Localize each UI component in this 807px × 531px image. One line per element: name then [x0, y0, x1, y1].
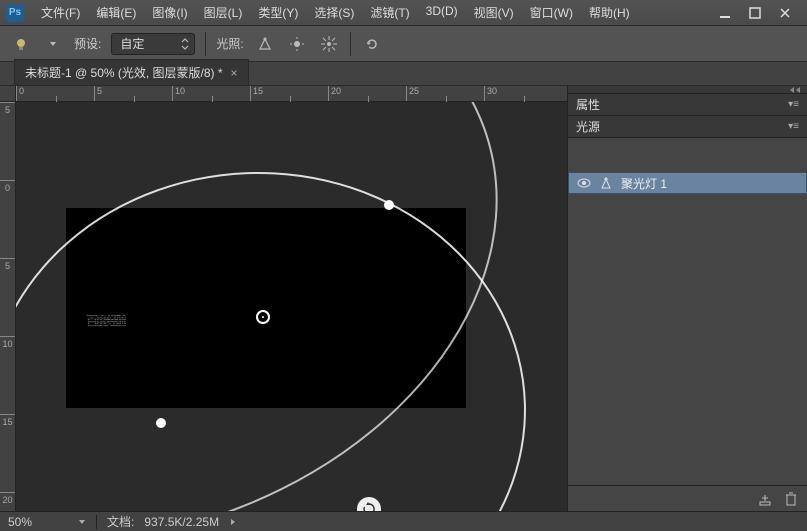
ruler-tick: 20 [328, 86, 406, 101]
divider [350, 32, 351, 56]
light-item-label: 聚光灯 1 [621, 175, 667, 192]
menu-type[interactable]: 类型(Y) [251, 0, 305, 25]
light-handle[interactable] [156, 418, 166, 428]
visibility-eye-icon[interactable] [577, 178, 591, 188]
close-tab-icon[interactable]: × [231, 66, 238, 80]
properties-tab-label: 属性 [576, 96, 600, 113]
ruler-horizontal[interactable]: 0 5 10 15 20 25 30 [16, 86, 567, 102]
maximize-button[interactable] [741, 4, 769, 22]
divider [205, 32, 206, 56]
add-light-icon[interactable] [759, 492, 773, 506]
light-handle[interactable] [384, 200, 394, 210]
lights-toolbar [568, 138, 807, 164]
properties-panel-tab[interactable]: 属性 ▾≡ [568, 94, 807, 116]
ruler-tick: 5 [0, 102, 15, 180]
lights-list: 聚光灯 1 [568, 164, 807, 485]
chevron-down-icon[interactable] [42, 33, 64, 55]
document-tab[interactable]: 未标题-1 @ 50% (光效, 图层蒙版/8) * × [14, 59, 249, 85]
ruler-tick: 30 [484, 86, 562, 101]
divider [96, 515, 97, 529]
menu-layer[interactable]: 图层(L) [197, 0, 250, 25]
pointlight-icon[interactable] [286, 33, 308, 55]
window-controls [711, 4, 807, 22]
zoom-chevron-icon[interactable] [78, 517, 86, 527]
menu-edit[interactable]: 编辑(E) [89, 0, 143, 25]
panel-menu-icon[interactable]: ▾≡ [788, 99, 799, 110]
ruler-tick: 5 [94, 86, 172, 101]
ruler-tick: 0 [16, 86, 94, 101]
preset-dropdown[interactable]: 自定 [111, 33, 195, 55]
lights-tab-label: 光源 [576, 118, 600, 135]
menu-select[interactable]: 选择(S) [307, 0, 361, 25]
doc-size-value: 937.5K/2.25M [144, 515, 219, 529]
light-type-icon [599, 176, 613, 190]
menu-help[interactable]: 帮助(H) [582, 0, 637, 25]
app-logo: Ps [6, 4, 24, 22]
main-menu: 文件(F) 编辑(E) 图像(I) 图层(L) 类型(Y) 选择(S) 滤镜(T… [34, 0, 711, 25]
workarea: 0 5 10 15 20 25 30 5 0 5 10 15 20 百度经验 [0, 86, 807, 511]
ruler-tick: 0 [0, 180, 15, 258]
panel-menu-icon[interactable]: ▾≡ [788, 121, 799, 132]
panel-grip[interactable] [568, 86, 807, 94]
preset-label: 预设: [74, 35, 101, 52]
preset-value: 自定 [120, 35, 144, 52]
ruler-corner [0, 86, 16, 102]
ruler-tick: 10 [172, 86, 250, 101]
options-bar: 预设: 自定 光照: [0, 26, 807, 62]
status-chevron-icon[interactable] [229, 517, 237, 527]
panel-collapse-icon [789, 87, 801, 93]
ruler-vertical[interactable]: 5 0 5 10 15 20 [0, 102, 16, 511]
menu-3d[interactable]: 3D(D) [419, 0, 465, 25]
lights-panel-footer [568, 485, 807, 511]
menu-file[interactable]: 文件(F) [34, 0, 87, 25]
reset-icon[interactable] [361, 33, 383, 55]
light-center-handle[interactable] [256, 310, 270, 324]
ruler-tick: 20 [0, 492, 15, 511]
ruler-tick: 15 [0, 414, 15, 492]
lighting-label: 光照: [216, 35, 243, 52]
lights-panel-tab[interactable]: 光源 ▾≡ [568, 116, 807, 138]
menu-image[interactable]: 图像(I) [145, 0, 194, 25]
infinitelight-icon[interactable] [318, 33, 340, 55]
menu-view[interactable]: 视图(V) [467, 0, 521, 25]
menu-filter[interactable]: 滤镜(T) [363, 0, 416, 25]
panels-column: 属性 ▾≡ 光源 ▾≡ 聚光灯 1 [567, 86, 807, 511]
light-bulb-icon[interactable] [10, 33, 32, 55]
ruler-tick: 5 [0, 258, 15, 336]
status-bar: 50% 文档: 937.5K/2.25M [0, 511, 807, 531]
close-button[interactable] [771, 4, 799, 22]
ruler-tick: 25 [406, 86, 484, 101]
zoom-level[interactable]: 50% [8, 515, 68, 529]
document-tab-title: 未标题-1 @ 50% (光效, 图层蒙版/8) * [25, 64, 223, 81]
canvas-stage[interactable]: 百度经验 [16, 102, 567, 511]
spotlight-icon[interactable] [254, 33, 276, 55]
menu-window[interactable]: 窗口(W) [523, 0, 580, 25]
minimize-button[interactable] [711, 4, 739, 22]
ruler-tick: 15 [250, 86, 328, 101]
doc-size-label: 文档: [107, 513, 134, 530]
ruler-tick: 10 [0, 336, 15, 414]
trash-icon[interactable] [785, 492, 797, 506]
canvas-zone: 0 5 10 15 20 25 30 5 0 5 10 15 20 百度经验 [0, 86, 567, 511]
light-list-item[interactable]: 聚光灯 1 [568, 172, 807, 194]
stepper-icon [180, 37, 190, 51]
titlebar: Ps 文件(F) 编辑(E) 图像(I) 图层(L) 类型(Y) 选择(S) 滤… [0, 0, 807, 26]
document-tabbar: 未标题-1 @ 50% (光效, 图层蒙版/8) * × [0, 62, 807, 86]
